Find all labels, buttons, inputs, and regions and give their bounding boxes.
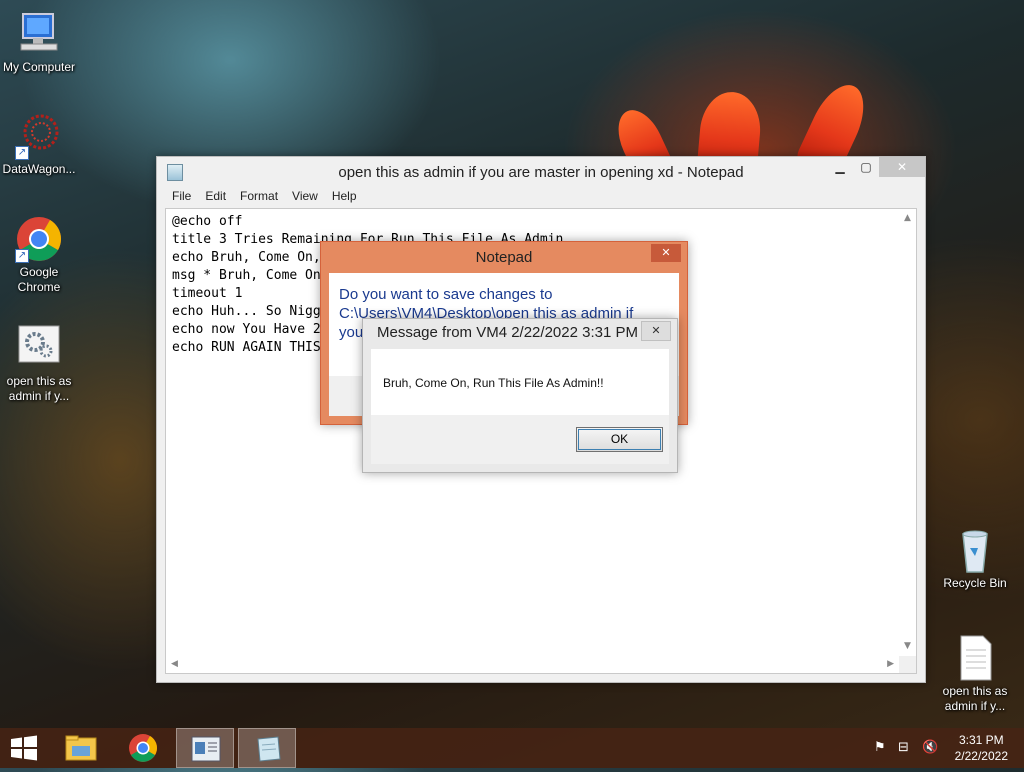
chrome-icon	[129, 734, 157, 762]
desktop-icon-google-chrome[interactable]: ↗ Google Chrome	[0, 215, 78, 295]
folder-icon	[65, 735, 97, 761]
size-grip[interactable]	[899, 656, 916, 673]
taskbar: ⚑ ⊟ 🔇 3:31 PM 2/22/2022	[0, 728, 1024, 768]
taskbar-control-panel[interactable]	[176, 728, 234, 768]
save-question-line: Do you want to save changes to	[339, 286, 553, 303]
minimize-button[interactable]: ▁	[827, 157, 853, 177]
vertical-scrollbar[interactable]: ▲ ▼	[899, 209, 916, 655]
scroll-up-icon[interactable]: ▲	[904, 213, 911, 223]
ok-button[interactable]: OK	[576, 427, 663, 452]
volume-muted-icon[interactable]: 🔇	[922, 740, 938, 755]
taskbar-google-chrome[interactable]	[114, 728, 172, 768]
desktop-icon-label: open this as admin if y...	[6, 374, 72, 403]
horizontal-scrollbar[interactable]: ◀ ▶	[166, 656, 899, 673]
desktop-icon-text-file[interactable]: open this as admin if y...	[936, 634, 1014, 714]
notepad-titlebar[interactable]: open this as admin if you are master in …	[157, 157, 925, 185]
notepad-menubar: File Edit Format View Help	[157, 185, 925, 207]
desktop-icon-recycle-bin[interactable]: Recycle Bin	[936, 526, 1014, 591]
notepad-icon	[257, 736, 281, 762]
start-button[interactable]	[0, 728, 48, 768]
recycle-bin-icon	[951, 526, 999, 574]
desktop-icon-label: My Computer	[2, 60, 76, 74]
close-button[interactable]: ✕	[879, 157, 925, 177]
network-icon[interactable]: ⊟	[898, 740, 909, 755]
message-box-title: Message from VM4 2/22/2022 3:31 PM	[377, 324, 638, 341]
save-dialog-close-button[interactable]: ✕	[651, 244, 681, 262]
menu-file[interactable]: File	[165, 189, 198, 203]
desktop-icon-label: open this as admin if y...	[942, 684, 1008, 713]
shortcut-arrow-icon: ↗	[15, 249, 29, 263]
text-file-icon	[951, 634, 999, 682]
desktop-icon-my-computer[interactable]: My Computer	[0, 10, 78, 75]
action-center-flag-icon[interactable]: ⚑	[874, 740, 886, 755]
taskbar-notepad[interactable]	[238, 728, 296, 768]
datawagon-icon: ↗	[15, 112, 63, 160]
save-dialog-title: Notepad	[475, 249, 533, 266]
clock-date: 2/22/2022	[954, 749, 1008, 763]
notepad-title: open this as admin if you are master in …	[338, 164, 744, 181]
desktop-icon-label: DataWagon...	[2, 162, 76, 176]
scroll-down-icon[interactable]: ▼	[904, 641, 911, 651]
computer-icon	[15, 10, 63, 58]
desktop-icon-datawagon[interactable]: ↗ DataWagon...	[0, 112, 78, 177]
menu-format[interactable]: Format	[233, 189, 285, 203]
menu-help[interactable]: Help	[325, 189, 364, 203]
taskbar-file-explorer[interactable]	[52, 728, 110, 768]
desktop-icon-label: Google Chrome	[17, 265, 61, 294]
desktop-icon-label: Recycle Bin	[943, 576, 1007, 590]
message-box-footer: OK	[371, 415, 669, 464]
batch-file-icon	[15, 324, 63, 372]
desktop-icon-batch-file[interactable]: open this as admin if y...	[0, 324, 78, 404]
scroll-left-icon[interactable]: ◀	[171, 659, 178, 669]
scroll-right-icon[interactable]: ▶	[887, 659, 894, 669]
menu-view[interactable]: View	[285, 189, 325, 203]
shortcut-arrow-icon: ↗	[15, 146, 29, 160]
menu-edit[interactable]: Edit	[198, 189, 233, 203]
clock-time: 3:31 PM	[958, 733, 1004, 747]
taskbar-clock[interactable]: 3:31 PM 2/22/2022	[955, 732, 1008, 764]
windows-logo-icon	[11, 735, 37, 761]
message-box[interactable]: Message from VM4 2/22/2022 3:31 PM ✕ Bru…	[362, 318, 678, 473]
message-text: Bruh, Come On, Run This File As Admin!!	[383, 376, 604, 390]
chrome-icon: ↗	[15, 215, 63, 263]
window-app-icon	[191, 736, 221, 762]
message-box-body: Bruh, Come On, Run This File As Admin!!	[371, 349, 669, 415]
message-box-close-button[interactable]: ✕	[641, 321, 671, 341]
maximize-button[interactable]: ▢	[853, 157, 879, 177]
